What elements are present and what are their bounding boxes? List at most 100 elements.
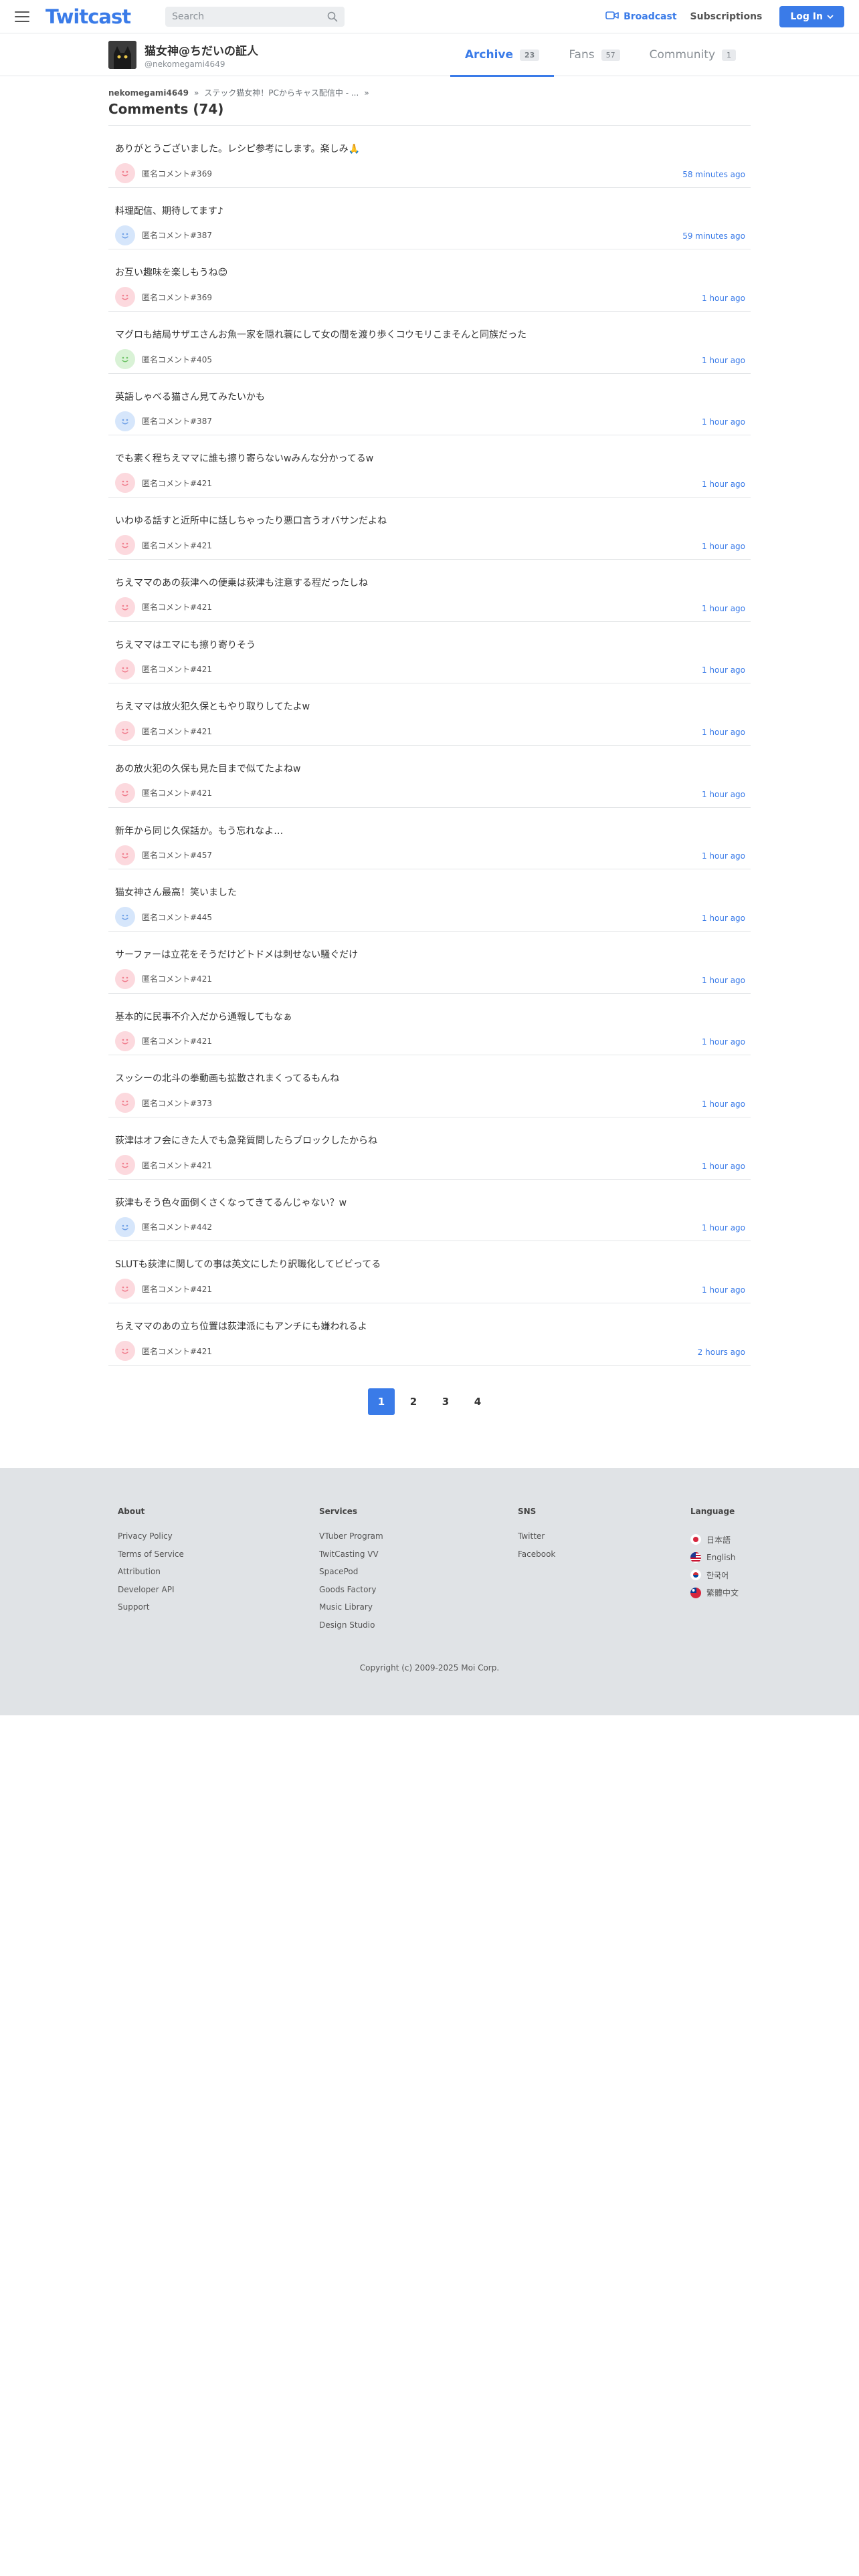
facebook-link[interactable]: Facebook (518, 1549, 555, 1567)
language-label: 한국어 (706, 1570, 729, 1580)
comment-time[interactable]: 1 hour ago (702, 1099, 745, 1109)
comment-time[interactable]: 1 hour ago (702, 417, 745, 427)
comment-text: ちえママはエマにも擦り寄りそう (115, 639, 256, 651)
comment-user[interactable]: 匿名コメント#421 (115, 597, 212, 617)
comment-time[interactable]: 1 hour ago (702, 976, 745, 985)
language-zh-tw[interactable]: 繁體中文 (690, 1584, 739, 1602)
support-link[interactable]: Support (118, 1602, 184, 1620)
spacepod-link[interactable]: SpacePod (319, 1566, 383, 1584)
comment-time[interactable]: 1 hour ago (702, 914, 745, 923)
comment-user[interactable]: 匿名コメント#421 (115, 721, 212, 742)
tab-community[interactable]: Community 1 (635, 33, 751, 76)
comment-time[interactable]: 1 hour ago (702, 851, 745, 861)
comment-time[interactable]: 1 hour ago (702, 1037, 745, 1047)
language-label: 日本語 (706, 1535, 731, 1545)
comment-time[interactable]: 1 hour ago (702, 1285, 745, 1295)
search-icon[interactable] (327, 11, 338, 22)
developer-api-link[interactable]: Developer API (118, 1584, 184, 1602)
music-library-link[interactable]: Music Library (319, 1602, 383, 1620)
tab-fans[interactable]: Fans 57 (554, 33, 634, 76)
comment-user[interactable]: 匿名コメント#421 (115, 535, 212, 556)
anonymous-avatar-icon (115, 845, 135, 865)
comment-user[interactable]: 匿名コメント#442 (115, 1216, 212, 1237)
comment-item: 新年から同じ久保話か。もう忘れなよ… 匿名コメント#457 1 hour ago (108, 808, 751, 870)
comment-user[interactable]: 匿名コメント#421 (115, 1155, 212, 1175)
comment-user[interactable]: 匿名コメント#421 (115, 782, 212, 803)
comment-user[interactable]: 匿名コメント#405 (115, 349, 212, 370)
menu-icon[interactable] (15, 11, 29, 22)
broadcast-label: Broadcast (624, 11, 677, 22)
chevron-down-icon (827, 11, 834, 22)
anonymous-avatar-icon (115, 473, 135, 494)
vtuber-program-link[interactable]: VTuber Program (319, 1531, 383, 1549)
twitcast-logo[interactable]: Twitcast (45, 5, 131, 28)
comment-user[interactable]: 匿名コメント#421 (115, 1031, 212, 1051)
comment-item: でも素く程ちえママに誰も擦り寄らないwみんな分かってるw 匿名コメント#421 1 … (108, 435, 751, 498)
comment-user[interactable]: 匿名コメント#421 (115, 1341, 212, 1362)
page-button-1[interactable]: 1 (368, 1388, 395, 1415)
comment-user[interactable]: 匿名コメント#457 (115, 845, 212, 865)
broadcast-button[interactable]: Broadcast (605, 11, 677, 23)
comment-user[interactable]: 匿名コメント#373 (115, 1093, 212, 1113)
comment-time[interactable]: 1 hour ago (702, 294, 745, 303)
search-box[interactable] (165, 6, 345, 27)
comment-time[interactable]: 1 hour ago (702, 665, 745, 675)
comment-time[interactable]: 1 hour ago (702, 479, 745, 489)
comment-user[interactable]: 匿名コメント#445 (115, 907, 212, 928)
goods-factory-link[interactable]: Goods Factory (319, 1584, 383, 1602)
terms-link[interactable]: Terms of Service (118, 1549, 184, 1567)
comment-time[interactable]: 58 minutes ago (682, 170, 745, 179)
comment-item: サーファーは立花をそうだけどトドメは刺せない騒ぐだけ 匿名コメント#421 1 ho… (108, 932, 751, 994)
comment-text: 英語しゃべる猫さん見てみたいかも (115, 391, 265, 403)
breadcrumb-movie[interactable]: ステック猫女神！PCからキャス配信中 - ... (204, 87, 359, 98)
comment-user[interactable]: 匿名コメント#421 (115, 659, 212, 679)
privacy-policy-link[interactable]: Privacy Policy (118, 1531, 184, 1549)
comment-time[interactable]: 1 hour ago (702, 1223, 745, 1232)
comment-user-name: 匿名コメント#369 (142, 169, 212, 179)
avatar[interactable] (108, 41, 136, 69)
language-en[interactable]: English (690, 1549, 739, 1567)
comment-time[interactable]: 1 hour ago (702, 356, 745, 365)
footer-about: About Privacy Policy Terms of Service At… (118, 1507, 184, 1620)
design-studio-link[interactable]: Design Studio (319, 1620, 383, 1638)
page-button-2[interactable]: 2 (400, 1388, 427, 1415)
footer-sns-title: SNS (518, 1507, 537, 1516)
anonymous-avatar-icon (115, 968, 135, 989)
search-input[interactable] (172, 11, 328, 22)
comment-item: 荻津はオフ会にきた人でも急発質問したらブロックしたからね 匿名コメント#421 1 … (108, 1117, 751, 1180)
comment-time[interactable]: 1 hour ago (702, 542, 745, 551)
comment-text: マグロも結局サザエさんお魚一家を隠れ蓑にして女の間を渡り歩くコウモリこまそんと同… (115, 330, 527, 341)
comment-user[interactable]: 匿名コメント#421 (115, 968, 212, 989)
comment-text: ちえママは放火犯久保ともやり取りしてたよw (115, 702, 310, 713)
attribution-link[interactable]: Attribution (118, 1566, 184, 1584)
subscriptions-link[interactable]: Subscriptions (690, 11, 763, 22)
page-button-4[interactable]: 4 (464, 1388, 491, 1415)
login-button[interactable]: Log In (779, 5, 844, 27)
comment-user-name: 匿名コメント#421 (142, 1346, 212, 1356)
comment-time[interactable]: 1 hour ago (702, 728, 745, 737)
comment-user[interactable]: 匿名コメント#387 (115, 411, 212, 431)
language-ja[interactable]: 日本語 (690, 1531, 739, 1549)
tab-archive[interactable]: Archive 23 (450, 33, 555, 77)
profile-name[interactable]: 猫女神@ちだいの証人 (145, 41, 258, 58)
breadcrumb-user[interactable]: nekomegami4649 (108, 88, 189, 98)
comment-user[interactable]: 匿名コメント#369 (115, 163, 212, 183)
footer-services: Services VTuber Program TwitCasting VV S… (319, 1507, 383, 1637)
comment-user[interactable]: 匿名コメント#369 (115, 287, 212, 308)
comment-time[interactable]: 1 hour ago (702, 1162, 745, 1171)
comment-user[interactable]: 匿名コメント#421 (115, 473, 212, 494)
comment-time[interactable]: 59 minutes ago (682, 231, 745, 241)
page-button-3[interactable]: 3 (432, 1388, 459, 1415)
comment-user-name: 匿名コメント#421 (142, 665, 212, 674)
comment-user[interactable]: 匿名コメント#387 (115, 225, 212, 245)
twitcasting-vv-link[interactable]: TwitCasting VV (319, 1549, 383, 1567)
comment-time[interactable]: 2 hours ago (698, 1348, 745, 1357)
language-ko[interactable]: 한국어 (690, 1566, 739, 1584)
comment-user[interactable]: 匿名コメント#421 (115, 1279, 212, 1299)
comment-text: 料理配信、期待してます♪ (115, 205, 223, 217)
comment-time[interactable]: 1 hour ago (702, 790, 745, 799)
comment-text: 猫女神さん最高！笑いました (115, 887, 237, 899)
comment-time[interactable]: 1 hour ago (702, 604, 745, 613)
twitter-link[interactable]: Twitter (518, 1531, 555, 1549)
comment-text: ちえママのあの立ち位置は荻津派にもアンチにも嫌われるよ (115, 1321, 367, 1333)
